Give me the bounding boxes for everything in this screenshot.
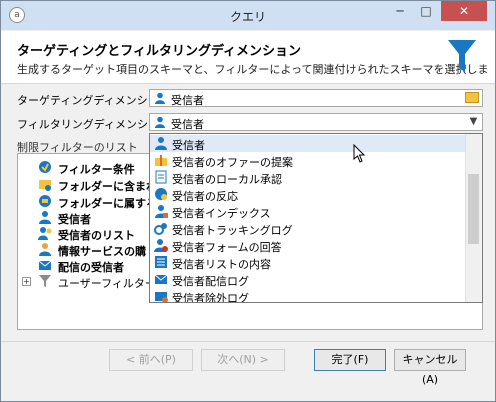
dropdown-item[interactable]: 受信者リストの内容 — [150, 254, 467, 271]
folder-icon[interactable] — [465, 92, 479, 103]
dialog-header: ターゲティングとフィルタリングディメンション 生成するターゲット項目のスキーマと… — [1, 31, 495, 84]
person-index-icon — [155, 205, 168, 218]
delivery-log-icon — [154, 274, 168, 284]
filtering-combo[interactable]: 受信者 ▼ — [149, 113, 483, 131]
close-button[interactable]: ✕ — [441, 1, 487, 21]
dropdown-item[interactable]: 受信者フォームの回答 — [150, 237, 467, 254]
scrollbar-thumb[interactable] — [468, 174, 479, 244]
dropdown-item[interactable]: 受信者インデックス — [150, 203, 467, 220]
dropdown-item[interactable]: 受信者除外ログ — [150, 288, 467, 302]
dropdown-item[interactable]: 受信者配信ログ — [150, 271, 467, 288]
folder-icon — [39, 195, 51, 207]
reaction-icon — [155, 188, 167, 200]
finish-button[interactable]: 完了(F) — [314, 349, 386, 371]
header-title: ターゲティングとフィルタリングディメンション — [17, 44, 302, 59]
filtering-dropdown-list[interactable]: 受信者 受信者のオファーの提案 受信者のローカル承認 受信者の反応 受信者インデ… — [149, 133, 483, 303]
chevron-down-icon[interactable]: ▼ — [465, 114, 482, 130]
tracking-icon — [154, 223, 167, 235]
document-icon — [155, 170, 167, 184]
subscription-icon — [39, 243, 51, 256]
cancel-button[interactable]: キャンセル(A) — [394, 349, 466, 386]
header-subtitle: 生成するターゲット項目のスキーマと、フィルターによって関連付けられたスキーマを選… — [17, 63, 489, 76]
gift-icon — [155, 155, 167, 166]
dropdown-item[interactable]: 受信者の反応 — [150, 186, 467, 203]
dropdown-item[interactable]: 受信者のオファーの提案 — [150, 152, 467, 169]
targeting-field[interactable]: 受信者 — [149, 89, 483, 107]
dropdown-item[interactable]: 受信者のローカル承認 — [150, 169, 467, 186]
list-content-icon — [155, 256, 167, 268]
targeting-value: 受信者 — [171, 94, 204, 107]
query-dialog: a クエリ ─ □ ✕ ターゲティングとフィルタリングディメンション 生成するタ… — [0, 0, 496, 402]
filtering-value: 受信者 — [171, 118, 204, 131]
maximize-button[interactable]: □ — [413, 1, 439, 21]
mouse-cursor-icon — [353, 144, 366, 163]
dropdown-item[interactable]: 受信者 — [150, 135, 467, 152]
footer-divider — [1, 341, 495, 342]
dropdown-scrollbar[interactable] — [465, 134, 482, 302]
funnel-icon — [448, 40, 476, 72]
mail-icon — [38, 260, 52, 270]
person-icon — [155, 116, 165, 128]
recipient-list-icon — [38, 227, 52, 240]
back-button[interactable]: < 前へ(P) — [109, 349, 193, 371]
expand-user-filters[interactable]: + — [22, 277, 31, 286]
filter-conditions-icon — [39, 161, 51, 173]
funnel-icon — [39, 275, 51, 287]
recipient-icon — [39, 211, 51, 224]
minimize-button[interactable]: ─ — [387, 1, 413, 21]
folder-icon — [39, 180, 51, 191]
title-bar: a クエリ ─ □ ✕ — [1, 1, 495, 30]
person-icon — [155, 92, 165, 104]
dropdown-item[interactable]: 受信者トラッキングログ — [150, 220, 467, 237]
form-icon — [154, 239, 168, 252]
exclusion-log-icon — [155, 292, 168, 302]
next-button[interactable]: 次へ(N) > — [201, 349, 285, 371]
person-icon — [155, 137, 167, 150]
